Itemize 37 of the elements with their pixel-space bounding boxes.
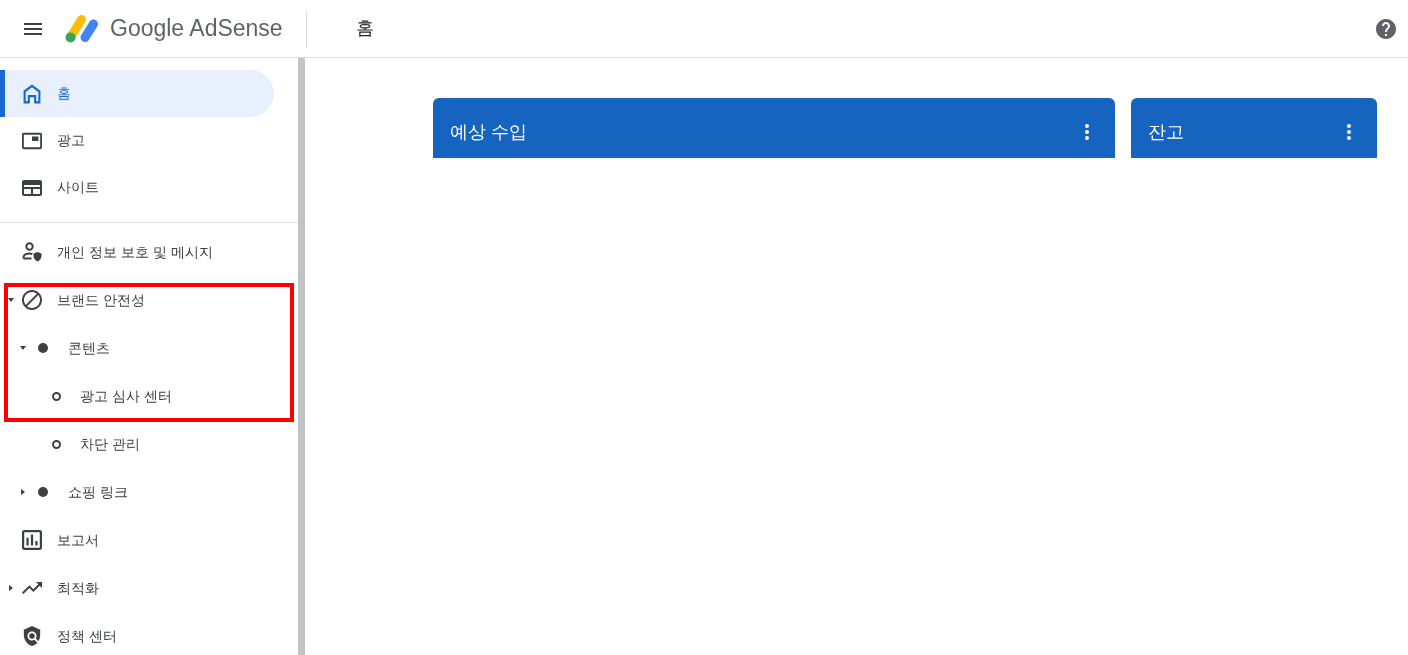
shield-search-icon [22, 626, 42, 646]
nav-item[interactable]: 광고 심사 센터 [0, 372, 274, 420]
vertical-dots-icon[interactable] [1347, 124, 1351, 140]
dot-icon [38, 487, 48, 497]
caret-down-icon[interactable] [8, 298, 14, 302]
caret-right-icon[interactable] [21, 489, 25, 495]
scrollbar[interactable] [298, 58, 305, 655]
nav-item[interactable]: 광고 [0, 117, 274, 164]
nav-item[interactable]: 사이트 [0, 164, 274, 211]
card-title: 잔고 [1147, 120, 1184, 144]
product-name: Google AdSense [110, 14, 283, 44]
caret-right-icon[interactable] [9, 585, 13, 591]
dot-icon [38, 343, 48, 353]
page-title: 홈 [355, 17, 374, 40]
card-title: 예상 수입 [450, 120, 527, 144]
web-layout-icon [22, 177, 42, 198]
nav-item[interactable]: 브랜드 안전성 [0, 276, 274, 324]
bar-chart-icon [22, 530, 42, 550]
menu-icon[interactable] [24, 22, 42, 35]
nav-item[interactable]: 홈 [0, 70, 274, 117]
ad-frame-icon [22, 130, 42, 151]
nav-item[interactable]: 콘텐츠 [0, 324, 274, 372]
home-icon [22, 83, 42, 104]
nav-item[interactable]: 보고서 [0, 516, 274, 564]
vertical-dots-icon[interactable] [1084, 124, 1089, 140]
circle-icon [52, 439, 61, 449]
nav-item[interactable]: 최적화 [0, 564, 274, 612]
nav-item[interactable]: 쇼핑 링크 [0, 468, 274, 516]
nav-item[interactable]: 차단 관리 [0, 420, 274, 468]
block-icon [22, 290, 42, 310]
circle-icon [52, 391, 61, 401]
caret-down-icon[interactable] [20, 346, 26, 350]
logo-icon[interactable] [65, 14, 99, 43]
nav-item[interactable]: 개인 정보 보호 및 메시지 [0, 228, 274, 276]
person-shield-icon [22, 242, 42, 262]
nav-item[interactable]: 정책 센터 [0, 612, 274, 655]
help-icon[interactable] [1376, 18, 1396, 39]
